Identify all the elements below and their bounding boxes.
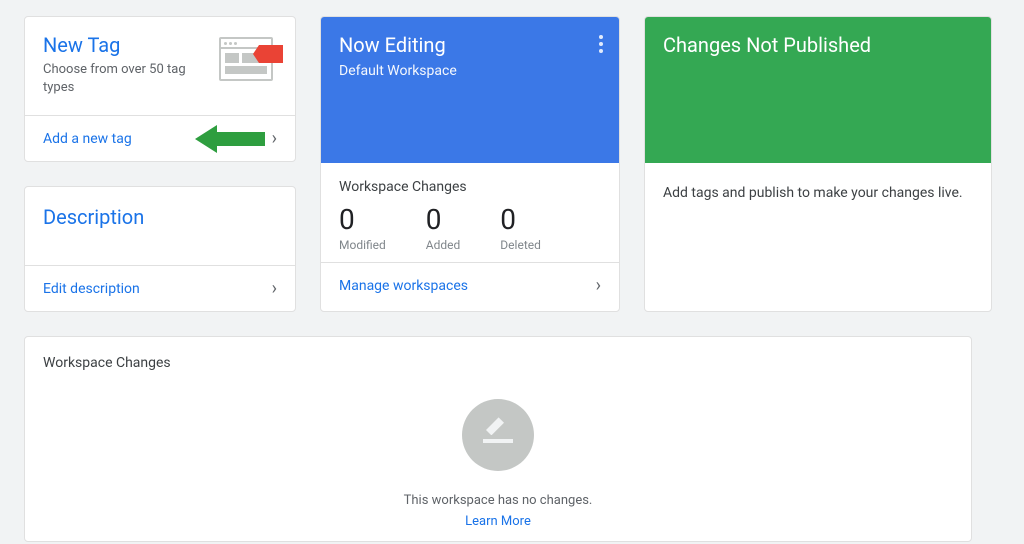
modified-count: 0 Modified <box>339 203 386 252</box>
description-title: Description <box>43 205 277 229</box>
workspace-changes-title: Workspace Changes <box>25 337 971 371</box>
new-tag-card: New Tag Choose from over 50 tag types <box>24 16 296 162</box>
empty-state-text: This workspace has no changes. <box>404 493 593 508</box>
deleted-count: 0 Deleted <box>500 203 541 252</box>
manage-workspaces-label: Manage workspaces <box>339 278 468 294</box>
edit-description-label: Edit description <box>43 281 140 297</box>
edit-empty-icon <box>462 399 534 471</box>
chevron-right-icon: › <box>272 278 277 299</box>
description-card: Description Edit description › <box>24 186 296 312</box>
chevron-right-icon: › <box>272 128 277 149</box>
now-editing-title: Now Editing <box>339 33 601 57</box>
learn-more-link[interactable]: Learn More <box>465 514 531 529</box>
changes-not-published-body: Add tags and publish to make your change… <box>645 163 991 224</box>
now-editing-menu-button[interactable] <box>595 31 607 57</box>
new-tag-subtitle: Choose from over 50 tag types <box>43 61 207 97</box>
changes-not-published-title: Changes Not Published <box>663 33 973 57</box>
chevron-right-icon: › <box>596 275 601 296</box>
workspace-changes-panel: Workspace Changes This workspace has no … <box>24 336 972 542</box>
now-editing-card: Now Editing Default Workspace Workspace … <box>320 16 620 312</box>
changes-not-published-card: Changes Not Published Add tags and publi… <box>644 16 992 312</box>
workspace-changes-heading: Workspace Changes <box>339 179 601 195</box>
add-new-tag-label: Add a new tag <box>43 131 132 147</box>
new-tag-title: New Tag <box>43 33 207 57</box>
added-count: 0 Added <box>426 203 461 252</box>
tag-illustration-icon <box>219 37 277 83</box>
edit-description-button[interactable]: Edit description › <box>25 265 295 311</box>
workspace-name: Default Workspace <box>339 63 601 79</box>
manage-workspaces-button[interactable]: Manage workspaces › <box>321 262 619 308</box>
annotation-arrow-icon <box>195 125 265 153</box>
add-new-tag-button[interactable]: Add a new tag › <box>25 115 295 161</box>
